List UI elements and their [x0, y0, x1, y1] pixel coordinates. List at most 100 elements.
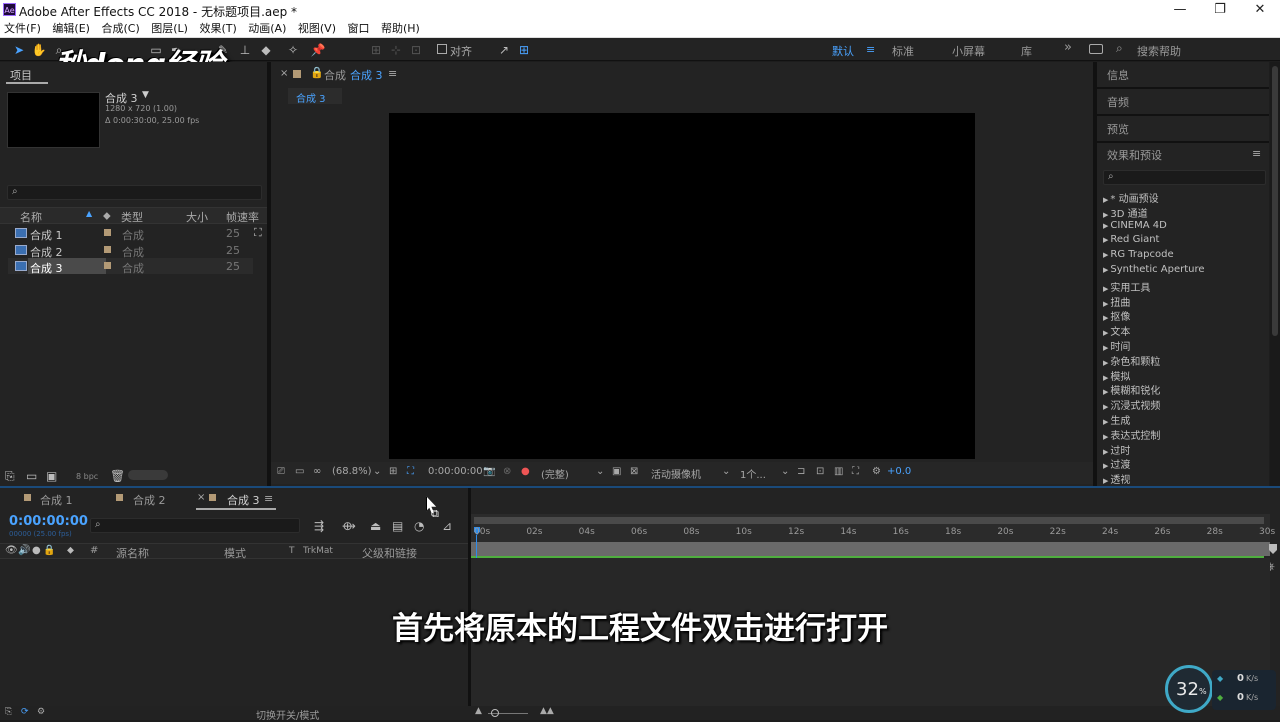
menu-effect[interactable]: 效果(T)	[195, 20, 240, 38]
local-axis-icon[interactable]: ⊞	[368, 42, 384, 58]
effect-category[interactable]: 沉浸式视频	[1103, 397, 1160, 412]
snapping-icon[interactable]: ↗	[496, 42, 512, 58]
timeline-tab-3[interactable]: 合成 3	[227, 492, 260, 508]
snapshot-icon[interactable]: 📷	[483, 466, 495, 477]
new-folder-icon[interactable]: ▭	[26, 469, 37, 483]
timeline-tab-1[interactable]: 合成 1	[40, 492, 73, 508]
effect-category[interactable]: Synthetic Aperture	[1103, 264, 1204, 275]
reset-exposure-icon[interactable]: ⚙	[872, 466, 881, 477]
color-channels-icon[interactable]: ●	[521, 466, 530, 477]
effect-category[interactable]: 模糊和锐化	[1103, 382, 1160, 397]
chevron-down-icon[interactable]: ⌄	[596, 466, 604, 477]
view-axis-icon[interactable]: ⊡	[408, 42, 424, 58]
col-framerate[interactable]: 帧速率	[226, 209, 259, 225]
col-trkmat[interactable]: TrkMat	[303, 546, 333, 556]
draft-3d-icon[interactable]: ⟴	[342, 519, 356, 533]
timeline-icon[interactable]: ▥	[834, 466, 843, 477]
effects-search-input[interactable]: ⌕	[1103, 170, 1266, 185]
label-color-swatch[interactable]	[104, 262, 111, 269]
in-out-icon[interactable]: ⚙	[37, 707, 45, 717]
preview-panel-tab[interactable]: 预览	[1107, 121, 1129, 137]
panel-menu-icon[interactable]: ≡	[264, 492, 273, 505]
close-tab-icon[interactable]: ×	[280, 68, 288, 79]
3d-glasses-icon[interactable]: ∞	[313, 466, 321, 477]
region-of-interest-icon[interactable]: ⛶	[407, 466, 414, 477]
timeline-timecode[interactable]: 0:00:00:00	[9, 514, 88, 529]
panel-menu-icon[interactable]: ≡	[388, 67, 397, 80]
monitor-icon[interactable]: ▭	[295, 466, 304, 477]
panel-menu-icon[interactable]: ≡	[1252, 147, 1261, 160]
menu-animation[interactable]: 动画(A)	[244, 20, 290, 38]
effects-panel-title[interactable]: 效果和预设	[1107, 147, 1162, 163]
current-time[interactable]: 0:00:00:00	[428, 466, 483, 477]
sort-ascending-icon[interactable]: ▲	[86, 209, 92, 218]
effect-category[interactable]: 实用工具	[1103, 279, 1150, 294]
transfer-controls-icon[interactable]: ⟳	[21, 707, 29, 717]
audio-icon[interactable]: 🔊	[18, 545, 30, 556]
workspace-panel-icon[interactable]	[1089, 44, 1103, 54]
snap-options-icon[interactable]: ⊞	[516, 42, 532, 58]
label-tag-icon[interactable]: ⬥	[67, 545, 74, 556]
chevron-down-icon[interactable]: ⌄	[781, 466, 789, 477]
toggle-pixel-aspect-icon[interactable]: ⊐	[797, 466, 805, 477]
col-parent[interactable]: 父级和链接	[362, 545, 417, 561]
composition-tab-active[interactable]: 合成 3	[350, 67, 383, 83]
effect-category[interactable]: 3D 通道	[1103, 205, 1147, 220]
project-item[interactable]: 合成 1 合成 25	[8, 225, 253, 242]
lock-icon[interactable]: 🔒	[43, 545, 55, 556]
frame-blending-icon[interactable]: ▤	[392, 519, 403, 533]
fast-preview-icon[interactable]: ▣	[612, 466, 621, 477]
show-snapshot-icon[interactable]: ⊗	[503, 466, 511, 477]
comp-flow-item[interactable]: 合成 3	[296, 90, 326, 105]
new-composition-icon[interactable]: ▣	[46, 469, 57, 483]
col-source-name[interactable]: 源名称	[116, 545, 149, 561]
workspace-library[interactable]: 库	[1021, 43, 1032, 59]
col-mode[interactable]: 模式	[224, 545, 246, 561]
effect-category[interactable]: 模拟	[1103, 368, 1130, 383]
project-item[interactable]: 合成 2 合成 25	[8, 242, 253, 259]
effect-category[interactable]: 过渡	[1103, 456, 1130, 471]
workspace-small-screen[interactable]: 小屏幕	[952, 43, 985, 59]
info-panel-tab[interactable]: 信息	[1107, 67, 1129, 83]
col-name[interactable]: 名称	[20, 209, 42, 225]
effect-category[interactable]: 扭曲	[1103, 294, 1130, 309]
col-size[interactable]: 大小	[186, 209, 208, 225]
clone-stamp-tool-icon[interactable]: ⊥	[237, 42, 253, 58]
hand-tool-icon[interactable]: ✋	[31, 42, 47, 58]
label-tag-icon[interactable]: ⬥	[103, 209, 111, 223]
search-help-input[interactable]: 搜索帮助	[1137, 43, 1181, 59]
effect-category[interactable]: 杂色和颗粒	[1103, 353, 1160, 368]
camera-select[interactable]: 活动摄像机	[651, 466, 701, 481]
close-icon[interactable]: ✕	[1240, 0, 1280, 20]
comp-dropdown-icon[interactable]: ▼	[142, 90, 149, 100]
comp-mini-flowchart-icon[interactable]: ⇶	[314, 519, 324, 533]
project-item-selected[interactable]: 合成 3 合成 25	[8, 258, 253, 275]
chevron-down-icon[interactable]: ⌄	[373, 466, 381, 477]
menu-composition[interactable]: 合成(C)	[97, 20, 143, 38]
more-workspaces-icon[interactable]: »	[1064, 40, 1072, 55]
align-checkbox[interactable]	[437, 44, 447, 54]
effect-category[interactable]: 生成	[1103, 412, 1130, 427]
menu-layer[interactable]: 图层(L)	[147, 20, 192, 38]
chevron-down-icon[interactable]: ⌄	[722, 466, 730, 477]
audio-panel-tab[interactable]: 音频	[1107, 94, 1129, 110]
effect-category[interactable]: RG Trapcode	[1103, 249, 1173, 260]
work-area-bar[interactable]	[471, 542, 1270, 556]
roto-brush-tool-icon[interactable]: ✧	[285, 42, 301, 58]
effect-category[interactable]: * 动画预设	[1103, 190, 1158, 205]
zoom-slider-handle[interactable]	[491, 709, 499, 717]
menu-help[interactable]: 帮助(H)	[377, 20, 424, 38]
workspace-default[interactable]: 默认	[832, 43, 854, 59]
layer-switches-icon[interactable]: ⎘	[5, 707, 12, 717]
motion-blur-icon[interactable]: ◔	[414, 519, 424, 533]
effect-category[interactable]: 时间	[1103, 338, 1130, 353]
always-preview-icon[interactable]: ⎚	[277, 466, 285, 477]
video-visibility-icon[interactable]: 👁	[5, 545, 18, 556]
zoom-out-icon[interactable]: ▲	[475, 706, 482, 716]
effect-category[interactable]: 透视	[1103, 471, 1130, 486]
view-layout-select[interactable]: 1个...	[740, 466, 766, 481]
project-search-input[interactable]: ⌕	[7, 185, 262, 200]
menu-window[interactable]: 窗口	[343, 20, 373, 38]
flowchart-icon[interactable]: ⛶	[852, 466, 859, 477]
interpret-footage-icon[interactable]: ⎘	[5, 469, 15, 484]
